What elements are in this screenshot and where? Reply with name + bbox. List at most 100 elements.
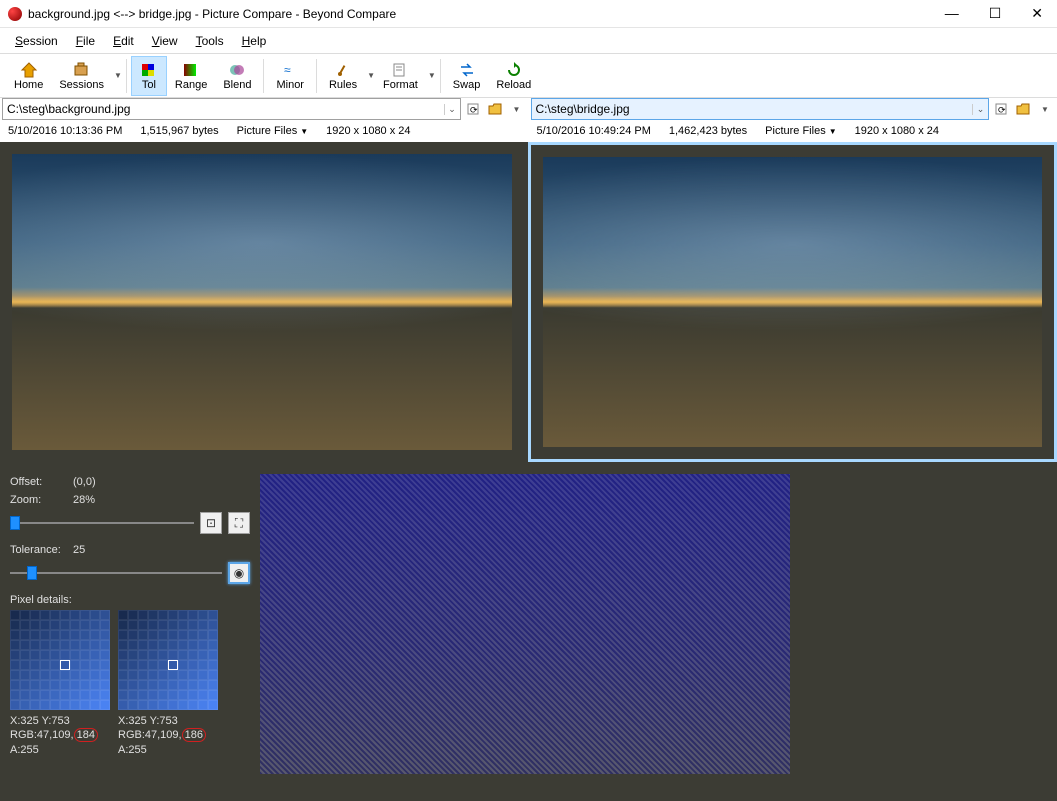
maximize-button[interactable]: ☐ <box>983 3 1008 24</box>
right-browse-button[interactable] <box>1013 98 1033 120</box>
svg-text:⟳: ⟳ <box>470 105 478 115</box>
zoom-slider[interactable] <box>10 522 194 524</box>
zoom-slider-thumb[interactable] <box>10 516 20 530</box>
range-label: Range <box>175 79 207 91</box>
right-pixel-text: X:325 Y:753 RGB:47,109,186 A:255 <box>118 714 218 757</box>
tolerance-label: Tolerance: <box>10 544 65 556</box>
toolbar-separator <box>263 59 264 93</box>
right-image-pane[interactable] <box>528 142 1057 462</box>
left-pixel-rgb: RGB:47,109,184 <box>10 728 110 742</box>
range-button[interactable]: Range <box>167 56 215 96</box>
swap-button[interactable]: Swap <box>445 56 489 96</box>
controls-panel: Offset: (0,0) Zoom: 28% ⊡ ⛶ Tolerance: 2… <box>0 466 260 801</box>
left-timestamp: 5/10/2016 10:13:36 PM <box>8 125 122 137</box>
diff-image[interactable] <box>260 474 790 774</box>
tolerance-slider-thumb[interactable] <box>27 566 37 580</box>
right-dimensions: 1920 x 1080 x 24 <box>855 125 939 137</box>
format-button[interactable]: Format <box>375 56 426 96</box>
format-group: Format ▼ <box>375 56 436 96</box>
window-title: background.jpg <--> bridge.jpg - Picture… <box>28 7 396 21</box>
left-browse-dropdown[interactable]: ▼ <box>507 98 527 120</box>
right-pixel-alpha: A:255 <box>118 743 218 757</box>
sessions-group: Sessions ▼ <box>51 56 122 96</box>
right-pixel-rgb: RGB:47,109,186 <box>118 728 218 742</box>
left-path-dropdown[interactable]: ⌄ <box>444 104 460 115</box>
minor-button[interactable]: ≈ Minor <box>268 56 312 96</box>
right-filetype-dropdown[interactable]: Picture Files▼ <box>765 125 836 137</box>
right-browse-dropdown[interactable]: ▼ <box>1035 98 1055 120</box>
left-history-button[interactable]: ⟳ <box>463 98 483 120</box>
right-path-input[interactable] <box>532 102 973 116</box>
rules-button[interactable]: Rules <box>321 56 365 96</box>
format-icon <box>391 61 409 79</box>
blend-button[interactable]: Blend <box>215 56 259 96</box>
path-row: ⌄ ⟳ ▼ ⌄ ⟳ ▼ <box>0 98 1057 120</box>
left-pixel-alpha: A:255 <box>10 743 110 757</box>
offset-value: (0,0) <box>73 476 96 488</box>
diff-image-area <box>260 466 1057 801</box>
bottom-panel: Offset: (0,0) Zoom: 28% ⊡ ⛶ Tolerance: 2… <box>0 466 1057 801</box>
reload-icon <box>505 61 523 79</box>
tol-button[interactable]: Tol <box>131 56 167 96</box>
rules-dropdown[interactable]: ▼ <box>367 71 375 80</box>
rules-label: Rules <box>329 79 357 91</box>
svg-text:⟳: ⟳ <box>998 105 1006 115</box>
right-path-dropdown[interactable]: ⌄ <box>972 104 988 115</box>
right-rgb-highlight: 186 <box>182 728 206 742</box>
reload-button[interactable]: Reload <box>488 56 539 96</box>
zoom-actual-button[interactable]: ⛶ <box>228 512 250 534</box>
right-bytes: 1,462,423 bytes <box>669 125 747 137</box>
zoom-row: Zoom: 28% <box>10 494 250 506</box>
left-bytes: 1,515,967 bytes <box>140 125 218 137</box>
left-pixel-text: X:325 Y:753 RGB:47,109,184 A:255 <box>10 714 110 757</box>
format-dropdown[interactable]: ▼ <box>428 71 436 80</box>
right-info: 5/10/2016 10:49:24 PM 1,462,423 bytes Pi… <box>529 125 1057 137</box>
close-button[interactable]: ✕ <box>1025 3 1049 24</box>
left-path-wrap: ⌄ <box>2 98 461 120</box>
sessions-label: Sessions <box>59 79 104 91</box>
tolerance-slider[interactable] <box>10 572 222 574</box>
right-image <box>543 157 1043 447</box>
menu-help[interactable]: Help <box>233 31 276 51</box>
tolerance-slider-row: ◉ <box>10 562 250 584</box>
toolbar-separator <box>316 59 317 93</box>
sessions-dropdown[interactable]: ▼ <box>114 71 122 80</box>
svg-text:≈: ≈ <box>284 63 291 77</box>
left-image-pane[interactable] <box>0 142 524 462</box>
swap-label: Swap <box>453 79 481 91</box>
menu-edit[interactable]: Edit <box>104 31 143 51</box>
left-path-input[interactable] <box>3 102 444 116</box>
blend-label: Blend <box>223 79 251 91</box>
reload-label: Reload <box>496 79 531 91</box>
left-filetype-dropdown[interactable]: Picture Files▼ <box>237 125 308 137</box>
zoom-label: Zoom: <box>10 494 65 506</box>
minimize-button[interactable]: — <box>939 3 965 24</box>
range-icon <box>182 61 200 79</box>
offset-row: Offset: (0,0) <box>10 476 250 488</box>
menu-file[interactable]: File <box>67 31 104 51</box>
blend-icon <box>228 61 246 79</box>
window-controls: — ☐ ✕ <box>939 3 1049 24</box>
zoom-fit-button[interactable]: ⊡ <box>200 512 222 534</box>
menu-tools[interactable]: Tools <box>187 31 233 51</box>
app-icon <box>8 7 22 21</box>
tolerance-mode-button[interactable]: ◉ <box>228 562 250 584</box>
sessions-button[interactable]: Sessions <box>51 56 112 96</box>
left-browse-button[interactable] <box>485 98 505 120</box>
menu-session[interactable]: Session <box>6 31 67 51</box>
pixel-details-label: Pixel details: <box>10 594 250 606</box>
zoom-value: 28% <box>73 494 95 506</box>
menu-view[interactable]: View <box>143 31 187 51</box>
toolbar-separator <box>440 59 441 93</box>
tolerance-value: 25 <box>73 544 85 556</box>
pixel-details-section: Pixel details: X:325 Y:753 RGB:47,109,18… <box>10 594 250 757</box>
left-rgb-highlight: 184 <box>74 728 98 742</box>
right-history-button[interactable]: ⟳ <box>991 98 1011 120</box>
home-button[interactable]: Home <box>6 56 51 96</box>
offset-label: Offset: <box>10 476 65 488</box>
minor-label: Minor <box>276 79 304 91</box>
titlebar: background.jpg <--> bridge.jpg - Picture… <box>0 0 1057 28</box>
zoom-slider-row: ⊡ ⛶ <box>10 512 250 534</box>
sessions-icon <box>73 61 91 79</box>
right-pixel-xy: X:325 Y:753 <box>118 714 218 728</box>
